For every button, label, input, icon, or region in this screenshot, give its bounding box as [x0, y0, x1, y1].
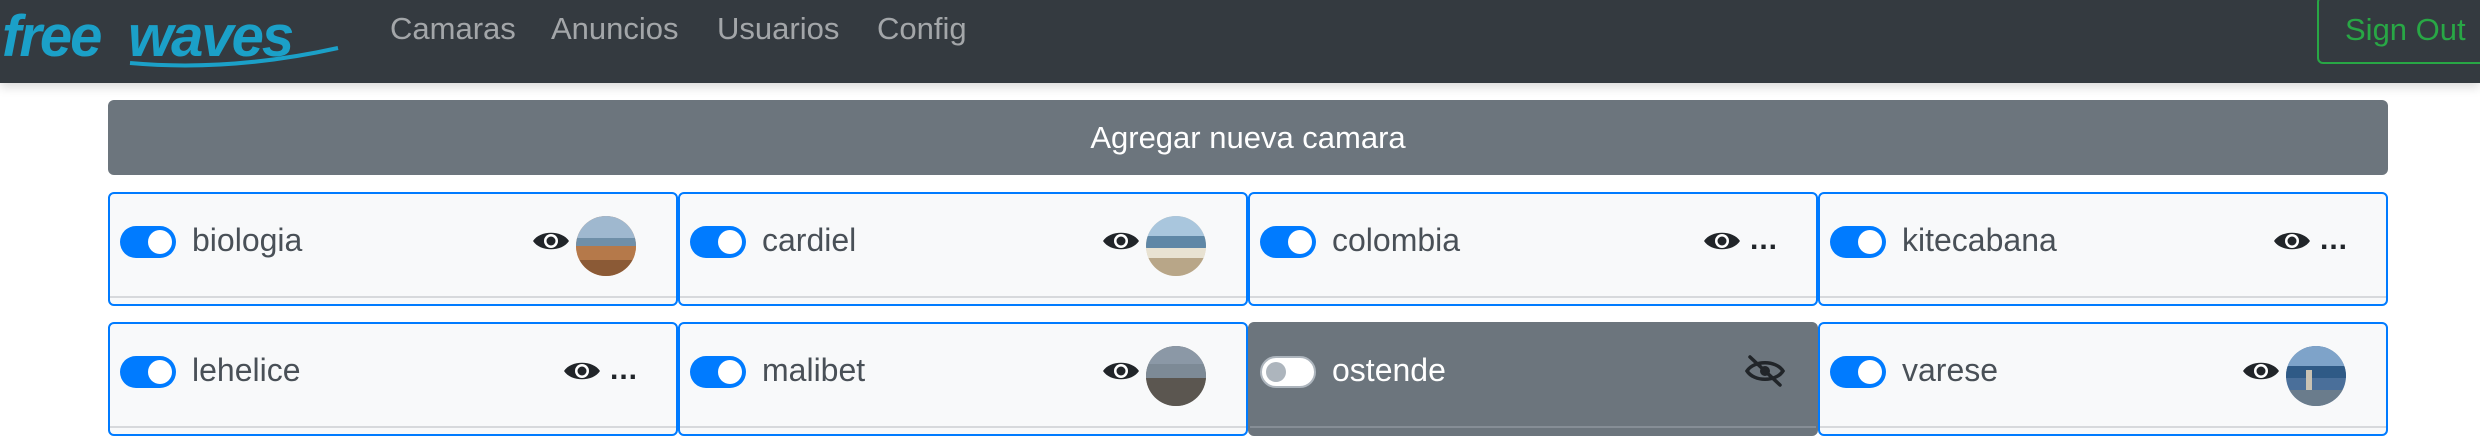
toggle-knob [148, 360, 172, 384]
card-divider [110, 426, 676, 428]
add-camera-button[interactable]: Agregar nueva camara [108, 100, 2388, 175]
nav-usuarios[interactable]: Usuarios [717, 10, 839, 48]
camera-name: cardiel [762, 222, 857, 258]
camera-name: ostende [1332, 352, 1446, 388]
camera-card-varese: varese [1818, 322, 2388, 436]
camera-enable-toggle[interactable] [120, 226, 176, 258]
camera-thumbnail [1146, 346, 1206, 406]
camera-grid: biologia cardiel colombia ... kitecabana… [108, 192, 2388, 436]
card-divider [1250, 426, 1816, 428]
camera-thumbnail [1146, 216, 1206, 276]
eye-icon[interactable] [2242, 358, 2280, 384]
camera-name: biologia [192, 222, 303, 258]
svg-text:free: free [2, 6, 101, 68]
card-divider [680, 426, 1246, 428]
thumbnail-loading-ellipsis: ... [1750, 223, 1779, 256]
nav-camaras[interactable]: Camaras [390, 10, 516, 48]
eye-icon[interactable] [2273, 228, 2311, 254]
card-divider [680, 296, 1246, 298]
toggle-knob [1266, 362, 1286, 382]
sign-out-button[interactable]: Sign Out [2317, 0, 2480, 64]
camera-thumbnail [2286, 346, 2346, 406]
nav-anuncios[interactable]: Anuncios [551, 10, 679, 48]
thumbnail-loading-ellipsis: ... [610, 353, 639, 386]
thumbnail-loading-ellipsis: ... [2320, 223, 2349, 256]
camera-enable-toggle[interactable] [1260, 356, 1316, 388]
camera-name: malibet [762, 352, 866, 388]
free-waves-logo[interactable]: free waves [0, 6, 345, 68]
camera-card-colombia: colombia ... [1248, 192, 1818, 306]
camera-enable-toggle[interactable] [1830, 226, 1886, 258]
camera-enable-toggle[interactable] [120, 356, 176, 388]
camera-enable-toggle[interactable] [690, 356, 746, 388]
toggle-knob [718, 230, 742, 254]
eye-icon[interactable] [1102, 358, 1140, 384]
nav-config[interactable]: Config [877, 10, 967, 48]
camera-enable-toggle[interactable] [1830, 356, 1886, 388]
camera-card-ostende: ostende [1248, 322, 1818, 436]
camera-thumbnail [576, 216, 636, 276]
camera-enable-toggle[interactable] [1260, 226, 1316, 258]
camera-enable-toggle[interactable] [690, 226, 746, 258]
eye-icon[interactable] [563, 358, 601, 384]
camera-card-biologia: biologia [108, 192, 678, 306]
camera-card-malibet: malibet [678, 322, 1248, 436]
camera-name: kitecabana [1902, 222, 2057, 258]
toggle-knob [1858, 360, 1882, 384]
eye-icon[interactable] [532, 228, 570, 254]
eye-icon[interactable] [1102, 228, 1140, 254]
camera-name: varese [1902, 352, 1999, 388]
toggle-knob [148, 230, 172, 254]
card-divider [1820, 426, 2386, 428]
top-navbar: free waves Camaras Anuncios Usuarios Con… [0, 0, 2480, 83]
eye-icon[interactable] [1703, 228, 1741, 254]
toggle-knob [1288, 230, 1312, 254]
eye-slash-icon[interactable] [1744, 354, 1786, 388]
camera-name: lehelice [192, 352, 301, 388]
camera-card-lehelice: lehelice ... [108, 322, 678, 436]
toggle-knob [1858, 230, 1882, 254]
camera-name: colombia [1332, 222, 1461, 258]
camera-card-cardiel: cardiel [678, 192, 1248, 306]
toggle-knob [718, 360, 742, 384]
card-divider [1250, 296, 1816, 298]
camera-card-kitecabana: kitecabana ... [1818, 192, 2388, 306]
card-divider [1820, 296, 2386, 298]
card-divider [110, 296, 676, 298]
